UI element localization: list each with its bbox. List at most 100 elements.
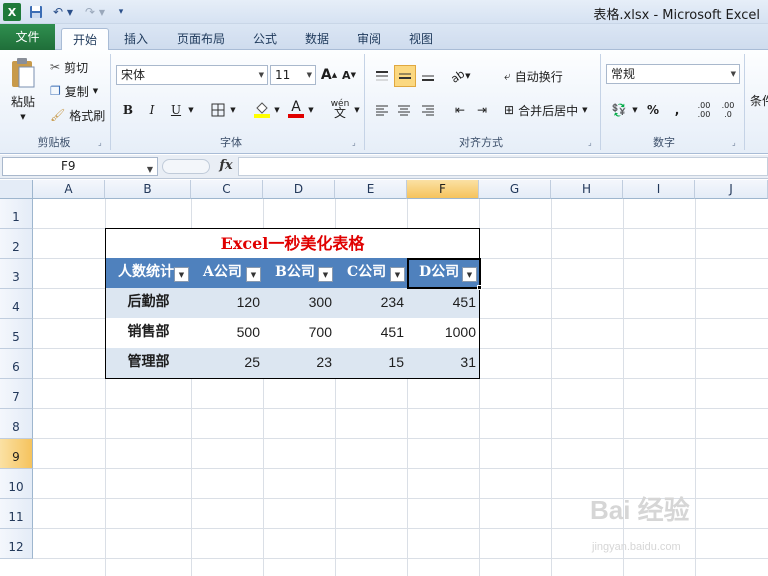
table-title[interactable]: Excel一秒美化表格 <box>105 228 480 259</box>
active-cell-selection[interactable] <box>407 258 481 289</box>
underline-dropdown-icon[interactable]: ▼ <box>186 100 196 120</box>
align-middle-icon[interactable] <box>394 65 416 87</box>
number-launcher-icon[interactable]: ⌟ <box>732 138 741 147</box>
filter-dropdown-icon[interactable]: ▼ <box>390 267 405 282</box>
tab-file[interactable]: 文件 <box>0 24 55 50</box>
row-header-9[interactable]: 9 <box>0 439 33 469</box>
name-box[interactable]: F9 ▼ <box>2 157 158 176</box>
decrease-decimal-icon[interactable]: .00.0 <box>718 100 738 120</box>
table-row-label[interactable]: 销售部 <box>105 318 192 349</box>
formula-bar-resize-handle[interactable] <box>162 159 210 174</box>
tab-review[interactable]: 审阅 <box>349 28 389 50</box>
save-icon[interactable] <box>28 3 44 21</box>
tab-data[interactable]: 数据 <box>297 28 337 50</box>
table-cell[interactable]: 500 <box>191 318 264 349</box>
align-bottom-icon[interactable] <box>418 66 438 86</box>
column-header-f[interactable]: F <box>407 180 479 199</box>
row-header-11[interactable]: 11 <box>0 499 33 529</box>
currency-icon[interactable]: 💱 <box>608 100 630 120</box>
font-color-icon[interactable]: A <box>286 98 306 120</box>
table-cell[interactable]: 234 <box>335 288 408 319</box>
formula-input[interactable] <box>238 157 768 176</box>
table-cell[interactable]: 451 <box>407 288 480 319</box>
font-name-select[interactable]: 宋体 ▼ <box>116 65 268 85</box>
tab-home[interactable]: 开始 <box>61 28 109 51</box>
row-header-5[interactable]: 5 <box>0 319 33 349</box>
font-color-dropdown-icon[interactable]: ▼ <box>306 100 316 120</box>
filter-dropdown-icon[interactable]: ▼ <box>318 267 333 282</box>
undo-icon[interactable]: ↶ <box>50 3 66 21</box>
table-header-cell[interactable]: C公司 ▼ <box>335 258 408 289</box>
wrap-text-button[interactable]: ⤶ 自动换行 <box>504 66 563 86</box>
column-header-a[interactable]: A <box>33 180 105 199</box>
row-header-7[interactable]: 7 <box>0 379 33 409</box>
currency-dropdown-icon[interactable]: ▼ <box>630 100 640 120</box>
align-right-icon[interactable] <box>418 100 438 120</box>
column-header-d[interactable]: D <box>263 180 335 199</box>
paste-icon[interactable] <box>8 56 38 90</box>
underline-button[interactable]: U <box>166 100 186 120</box>
row-header-8[interactable]: 8 <box>0 409 33 439</box>
fill-handle[interactable] <box>477 285 482 290</box>
conditional-format-button[interactable]: 条件 <box>750 90 768 110</box>
row-header-3[interactable]: 3 <box>0 259 33 289</box>
paste-button[interactable]: 粘贴 <box>8 92 38 110</box>
format-painter-button[interactable]: 🖌 格式刷 <box>50 106 105 124</box>
grow-font-icon[interactable]: A ▲ <box>320 66 338 84</box>
borders-icon[interactable] <box>208 100 228 120</box>
table-cell[interactable]: 120 <box>191 288 264 319</box>
increase-decimal-icon[interactable]: .00.00 <box>694 100 714 120</box>
filter-dropdown-icon[interactable]: ▼ <box>174 267 189 282</box>
column-header-i[interactable]: I <box>623 180 695 199</box>
phonetic-guide-icon[interactable]: wén 文 <box>328 98 352 120</box>
undo-dropdown-icon[interactable]: ▼ <box>66 3 74 21</box>
number-format-select[interactable]: 常规 ▼ <box>606 64 740 84</box>
font-size-select[interactable]: 11 ▼ <box>270 65 316 85</box>
column-header-b[interactable]: B <box>105 180 191 199</box>
insert-function-icon[interactable]: fx <box>216 158 236 176</box>
redo-icon[interactable]: ↷ <box>82 3 98 21</box>
comma-button[interactable]: , <box>666 100 688 120</box>
clipboard-launcher-icon[interactable]: ⌟ <box>98 138 107 147</box>
phonetic-dropdown-icon[interactable]: ▼ <box>352 100 362 120</box>
table-row-label[interactable]: 管理部 <box>105 348 192 379</box>
italic-button[interactable]: I <box>142 100 162 120</box>
table-cell[interactable]: 300 <box>263 288 336 319</box>
alignment-launcher-icon[interactable]: ⌟ <box>588 138 597 147</box>
column-header-h[interactable]: H <box>551 180 623 199</box>
bold-button[interactable]: B <box>118 100 138 120</box>
paste-dropdown-icon[interactable]: ▼ <box>18 112 28 122</box>
row-header-6[interactable]: 6 <box>0 349 33 379</box>
table-cell[interactable]: 23 <box>263 348 336 379</box>
fill-color-dropdown-icon[interactable]: ▼ <box>272 100 282 120</box>
tab-page-layout[interactable]: 页面布局 <box>168 28 234 50</box>
filter-dropdown-icon[interactable]: ▼ <box>246 267 261 282</box>
row-header-1[interactable]: 1 <box>0 199 33 229</box>
percent-button[interactable]: % <box>642 100 664 120</box>
excel-logo-icon[interactable]: X <box>3 3 21 21</box>
font-launcher-icon[interactable]: ⌟ <box>352 138 361 147</box>
tab-view[interactable]: 视图 <box>401 28 441 50</box>
customize-toolbar-icon[interactable]: ▾ <box>116 3 126 21</box>
column-header-g[interactable]: G <box>479 180 551 199</box>
increase-indent-icon[interactable]: ⇥ <box>472 100 492 120</box>
column-header-e[interactable]: E <box>335 180 407 199</box>
table-row-label[interactable]: 后勤部 <box>105 288 192 319</box>
tab-insert[interactable]: 插入 <box>116 28 156 50</box>
cut-button[interactable]: ✂ 剪切 <box>50 58 88 76</box>
tab-formulas[interactable]: 公式 <box>245 28 285 50</box>
table-cell[interactable]: 15 <box>335 348 408 379</box>
copy-button[interactable]: ❐ 复制 ▼ <box>50 82 98 100</box>
align-left-icon[interactable] <box>372 100 392 120</box>
row-header-12[interactable]: 12 <box>0 529 33 559</box>
column-header-c[interactable]: C <box>191 180 263 199</box>
fill-color-icon[interactable] <box>252 98 272 120</box>
table-cell[interactable]: 451 <box>335 318 408 349</box>
table-header-cell[interactable]: 人数统计 ▼ <box>105 258 192 289</box>
row-header-4[interactable]: 4 <box>0 289 33 319</box>
redo-dropdown-icon[interactable]: ▼ <box>98 3 106 21</box>
select-all-button[interactable] <box>0 180 33 199</box>
align-center-icon[interactable] <box>394 100 414 120</box>
column-header-j[interactable]: J <box>695 180 768 199</box>
row-header-10[interactable]: 10 <box>0 469 33 499</box>
